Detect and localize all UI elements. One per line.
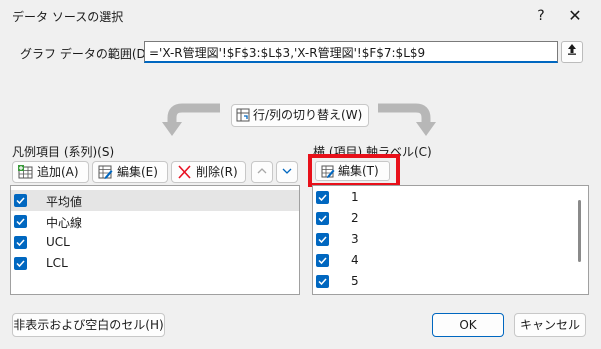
chevron-down-icon xyxy=(282,168,292,174)
legend-entries-label: 凡例項目 (系列)(S) xyxy=(12,145,115,159)
axis-list-item[interactable]: 5 xyxy=(313,271,588,292)
delete-x-icon xyxy=(178,165,191,179)
chevron-up-icon xyxy=(257,168,267,174)
axis-label-value: 1 xyxy=(351,190,359,204)
axis-label-value: 4 xyxy=(351,253,359,267)
checkmark-icon xyxy=(16,197,25,205)
curved-arrow-left-icon xyxy=(162,103,220,136)
axis-list-item[interactable]: 3 xyxy=(313,229,588,250)
axis-list-item[interactable]: 4 xyxy=(313,250,588,271)
checkmark-icon xyxy=(318,194,327,202)
series-name: LCL xyxy=(46,256,68,270)
edit-series-button[interactable]: 編集(E) xyxy=(92,161,168,183)
add-table-icon xyxy=(18,165,33,179)
highlight-box xyxy=(308,154,400,187)
title-bar: データ ソースの選択 ? ✕ xyxy=(0,0,601,32)
axis-label-value: 5 xyxy=(351,274,359,288)
switch-row-column-button[interactable]: 行/列の切り替え(W) xyxy=(231,104,369,127)
checkmark-icon xyxy=(318,257,327,265)
checkmark-icon xyxy=(318,278,327,286)
series-checkbox[interactable] xyxy=(14,257,27,270)
axis-checkbox[interactable] xyxy=(316,275,329,288)
series-name: 中心線 xyxy=(46,216,83,230)
edit-table-icon xyxy=(98,165,113,179)
delete-series-label: 削除(R) xyxy=(196,165,238,179)
axis-list-scrollbar[interactable] xyxy=(578,200,581,262)
hidden-empty-cells-button[interactable]: 非表示および空白のセル(H) xyxy=(12,313,165,337)
checkmark-icon xyxy=(16,260,25,268)
add-series-button[interactable]: 追加(A) xyxy=(12,161,89,183)
cancel-button[interactable]: キャンセル xyxy=(514,313,586,337)
series-name: 平均値 xyxy=(46,195,83,209)
series-list-item[interactable]: LCL xyxy=(11,253,299,274)
checkmark-icon xyxy=(318,215,327,223)
axis-checkbox[interactable] xyxy=(316,233,329,246)
axis-list-item[interactable]: 2 xyxy=(313,208,588,229)
help-icon[interactable]: ? xyxy=(529,4,553,28)
series-checkbox[interactable] xyxy=(14,215,27,228)
move-up-button[interactable] xyxy=(251,161,273,183)
axis-labels-list[interactable]: 1 2 3 4 5 xyxy=(312,185,589,295)
series-list-item[interactable]: UCL xyxy=(11,232,299,253)
series-checkbox[interactable] xyxy=(14,194,27,207)
axis-label-value: 2 xyxy=(351,211,359,225)
chart-range-label: グラフ データの範囲(D): xyxy=(20,47,155,61)
add-series-label: 追加(A) xyxy=(37,165,79,179)
delete-series-button[interactable]: 削除(R) xyxy=(171,161,246,183)
switch-row-column-label: 行/列の切り替え(W) xyxy=(253,108,363,122)
checkmark-icon xyxy=(16,239,25,247)
axis-checkbox[interactable] xyxy=(316,254,329,267)
axis-list-item[interactable]: 1 xyxy=(313,187,588,208)
up-arrow-icon xyxy=(568,44,576,55)
series-list[interactable]: 平均値 中心線 UCL LCL xyxy=(10,185,300,295)
checkmark-icon xyxy=(16,218,25,226)
chart-range-input[interactable]: ='X-R管理図'!$F$3:$L$3,'X-R管理図'!$F$7:$L$9 xyxy=(144,41,558,63)
series-name: UCL xyxy=(46,235,70,249)
series-checkbox[interactable] xyxy=(14,236,27,249)
axis-label-value: 3 xyxy=(351,232,359,246)
axis-checkbox[interactable] xyxy=(316,212,329,225)
checkmark-icon xyxy=(318,236,327,244)
series-list-item[interactable]: 中心線 xyxy=(11,211,299,232)
switch-row-column-icon xyxy=(236,108,250,122)
series-list-item[interactable]: 平均値 xyxy=(11,190,299,211)
axis-checkbox[interactable] xyxy=(316,191,329,204)
close-icon[interactable]: ✕ xyxy=(563,4,587,28)
curved-arrow-right-icon xyxy=(378,103,436,136)
ok-button[interactable]: OK xyxy=(432,313,504,337)
collapse-range-button[interactable] xyxy=(561,41,583,63)
dialog-title: データ ソースの選択 xyxy=(12,10,124,24)
move-down-button[interactable] xyxy=(276,161,298,183)
edit-series-label: 編集(E) xyxy=(117,165,158,179)
